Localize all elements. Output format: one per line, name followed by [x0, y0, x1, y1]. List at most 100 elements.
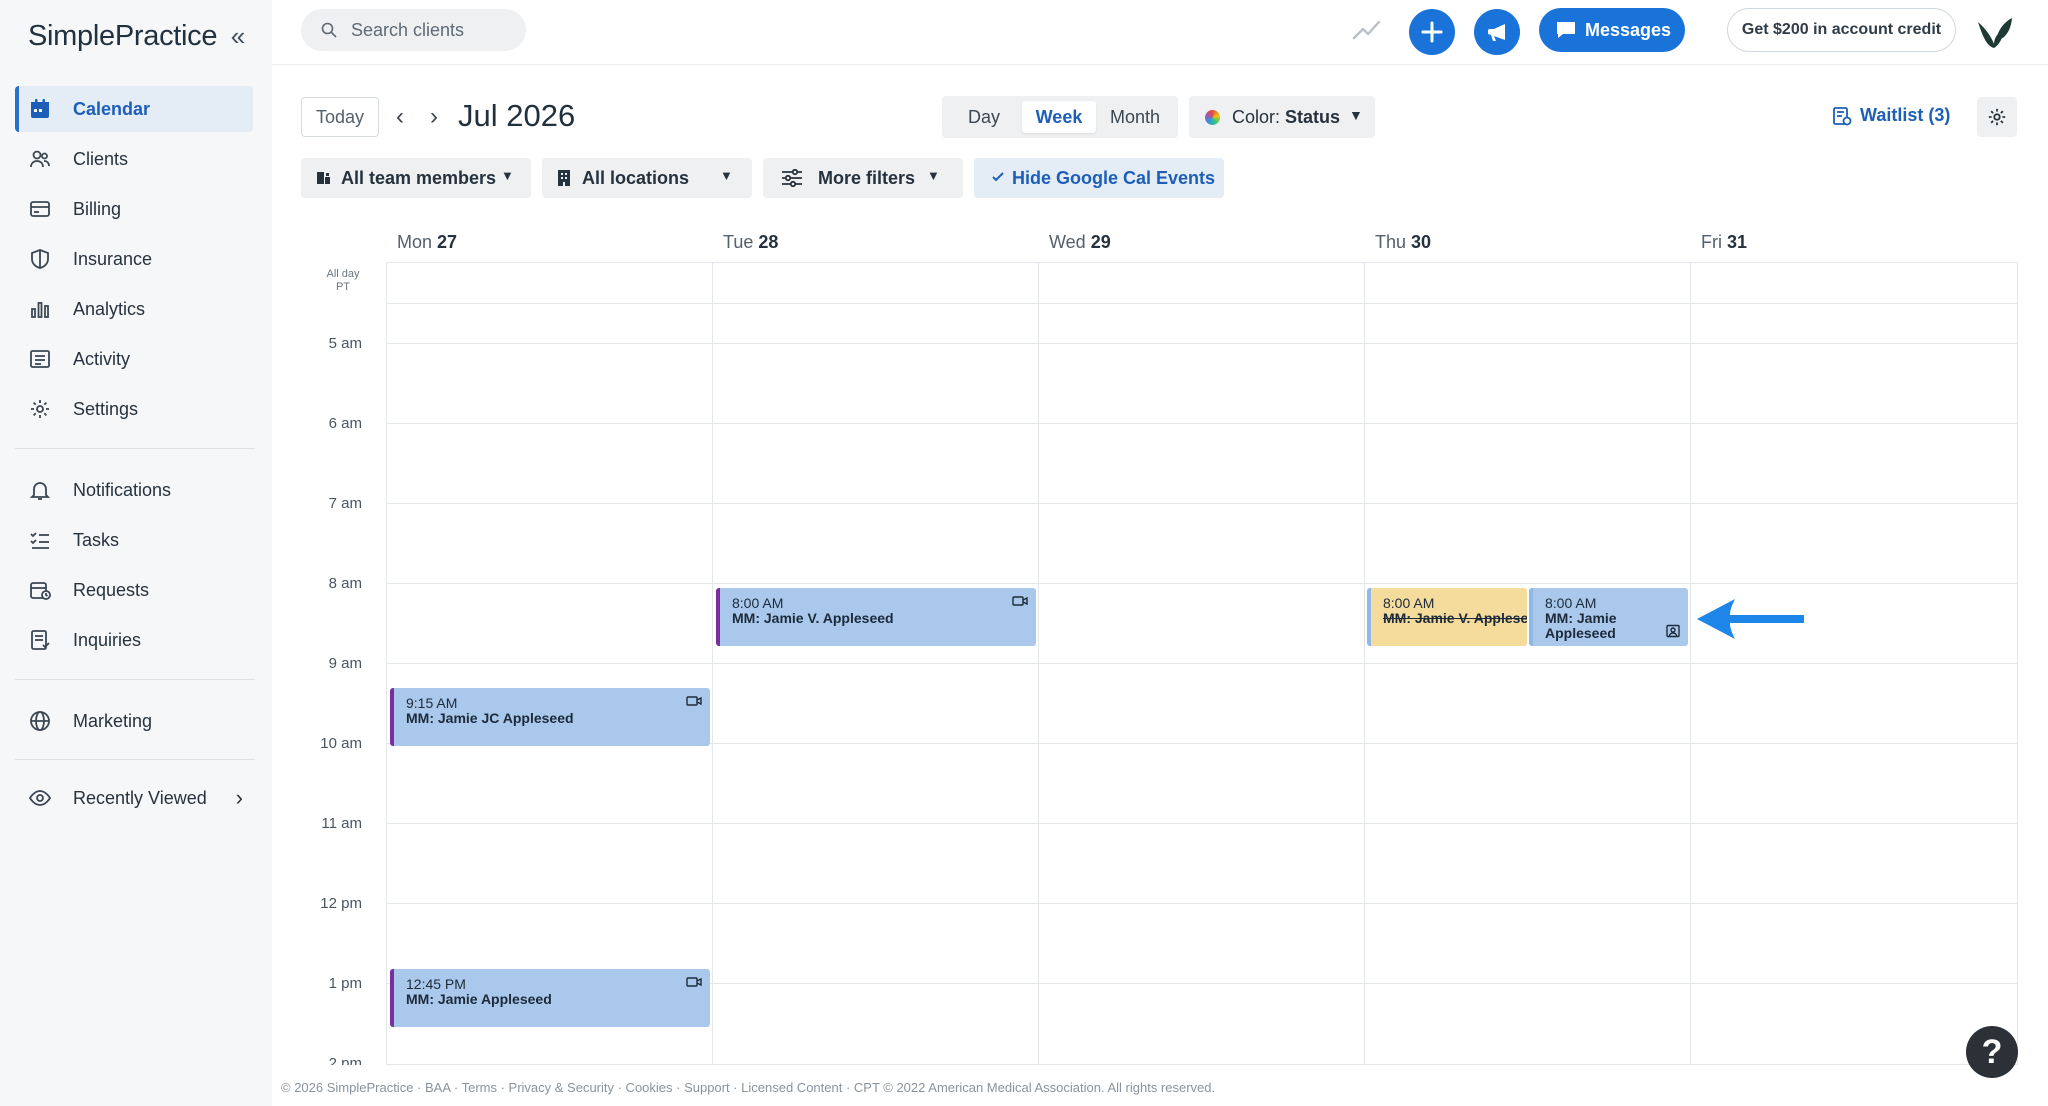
day-header-tue[interactable]: Tue 28 — [723, 232, 778, 253]
hour-label: 12 pm — [320, 895, 362, 912]
team-members-filter[interactable]: All team members ▼ — [301, 158, 531, 198]
today-button[interactable]: Today — [301, 97, 379, 137]
check-icon — [992, 172, 1004, 182]
sidebar-item-calendar[interactable]: Calendar — [15, 86, 253, 132]
messages-button[interactable]: Messages — [1539, 8, 1685, 52]
account-credit-button[interactable]: Get $200 in account credit — [1727, 8, 1956, 52]
sidebar-item-tasks[interactable]: Tasks — [15, 517, 253, 563]
day-header-wed[interactable]: Wed 29 — [1049, 232, 1111, 253]
day-header-mon[interactable]: Mon 27 — [397, 232, 457, 253]
logo[interactable]: SimplePractice — [28, 20, 218, 53]
more-filters-label: More filters — [818, 168, 916, 188]
tab-month[interactable]: Month — [1098, 101, 1172, 133]
appointment-client-line1: MM: Jamie — [1545, 610, 1617, 626]
arrow-left-icon — [1697, 599, 1804, 639]
allday-text: All day — [326, 268, 360, 280]
announcements-button[interactable] — [1474, 9, 1520, 55]
hide-google-events-toggle[interactable]: Hide Google Cal Events — [974, 158, 1224, 198]
footer-text: © 2026 SimplePractice · BAA · Terms · Pr… — [281, 1080, 1216, 1095]
calendar-settings-button[interactable] — [1977, 97, 2017, 137]
timezone-label: PT — [335, 281, 351, 293]
grid-line — [386, 1064, 2018, 1065]
appointment-mon-0915[interactable]: 9:15 AM MM: Jamie JC Appleseed — [390, 688, 710, 746]
next-week-icon[interactable]: › — [430, 103, 438, 131]
appointment-client: MM: Jamie V. Applese — [1383, 610, 1527, 626]
grid-column-line — [1690, 262, 1691, 1065]
sliders-icon — [782, 169, 802, 187]
day-number: 30 — [1411, 232, 1432, 252]
sidebar-item-label: Analytics — [73, 298, 146, 319]
sidebar-item-activity[interactable]: Activity — [15, 336, 253, 382]
hour-label: 7 am — [328, 495, 362, 512]
appointment-time: 8:00 AM — [1545, 595, 1597, 611]
caret-down-icon: ▼ — [927, 168, 940, 183]
sidebar-item-inquiries[interactable]: Inquiries — [15, 617, 253, 663]
sidebar-item-analytics[interactable]: Analytics — [15, 286, 253, 332]
search-icon — [321, 22, 337, 38]
appointment-time: 12:45 PM — [406, 976, 466, 992]
previous-week-icon[interactable]: ‹ — [396, 103, 404, 131]
add-button[interactable] — [1409, 9, 1455, 55]
sidebar-item-label: Billing — [73, 198, 122, 219]
messages-label: Messages — [1585, 20, 1672, 40]
caret-down-icon: ▼ — [1349, 107, 1363, 123]
caret-down-icon: ▼ — [720, 168, 733, 183]
help-button[interactable]: ? — [1966, 1026, 2018, 1078]
trend-icon[interactable] — [1352, 16, 1382, 42]
sidebar-item-notifications[interactable]: Notifications — [15, 467, 253, 513]
hide-google-events-label: Hide Google Cal Events — [1012, 168, 1216, 188]
hour-label: 9 am — [328, 655, 362, 672]
calendar-icon — [31, 99, 49, 118]
tasks-icon — [30, 532, 49, 549]
sidebar-item-label: Calendar — [73, 98, 151, 119]
gear-icon — [31, 400, 49, 418]
appointment-time: 9:15 AM — [406, 695, 458, 711]
grid-line — [386, 823, 2018, 824]
appointment-mon-1245[interactable]: 12:45 PM MM: Jamie Appleseed — [390, 969, 710, 1027]
hour-label: 11 am — [321, 815, 362, 832]
video-icon — [1012, 596, 1028, 606]
appointment-tue-0800[interactable]: 8:00 AM MM: Jamie V. Appleseed — [716, 588, 1036, 646]
video-icon — [686, 696, 702, 706]
view-switcher: Day Week Month — [942, 96, 1178, 138]
locations-label: All locations — [582, 168, 690, 188]
appointment-thu-0800-cancelled[interactable]: 8:00 AM MM: Jamie V. Applese — [1367, 588, 1527, 646]
color-dropdown[interactable]: Color: Status ▼ — [1189, 96, 1375, 138]
grid-line — [386, 423, 2018, 424]
day-number: 28 — [758, 232, 779, 252]
sidebar-divider — [15, 759, 255, 760]
hour-label: 1 pm — [328, 975, 362, 992]
sidebar-item-requests[interactable]: Requests — [15, 567, 253, 613]
tab-day[interactable]: Day — [948, 101, 1020, 133]
more-filters-button[interactable]: More filters ▼ — [763, 158, 963, 198]
sidebar-item-billing[interactable]: Billing — [15, 186, 253, 232]
day-header-fri[interactable]: Fri 31 — [1701, 232, 1747, 253]
grid-line — [386, 663, 2018, 664]
sidebar-item-marketing[interactable]: Marketing — [15, 698, 253, 744]
locations-filter[interactable]: All locations ▼ — [542, 158, 752, 198]
megaphone-icon — [1488, 24, 1505, 41]
tab-week[interactable]: Week — [1022, 101, 1096, 133]
sidebar-item-recently-viewed[interactable]: Recently Viewed › — [15, 775, 253, 821]
sidebar-item-label: Tasks — [73, 529, 120, 550]
appointment-thu-0800[interactable]: 8:00 AM MM: Jamie Appleseed — [1529, 588, 1688, 646]
shield-icon — [31, 249, 49, 269]
day-header-thu[interactable]: Thu 30 — [1375, 232, 1431, 253]
day-name: Tue — [723, 232, 754, 252]
sidebar-item-clients[interactable]: Clients — [15, 136, 253, 182]
grid-line — [386, 583, 2018, 584]
sidebar-item-settings[interactable]: Settings — [15, 386, 253, 432]
sidebar-divider — [15, 448, 255, 449]
video-icon — [686, 977, 702, 987]
week-calendar: Mon 27 Tue 28 Wed 29 Thu 30 Fri 31 All d… — [300, 220, 2018, 1065]
search-input[interactable]: Search clients — [301, 9, 526, 51]
sidebar-item-label: Inquiries — [73, 629, 142, 650]
day-number: 27 — [437, 232, 458, 252]
collapse-sidebar-icon[interactable]: « — [224, 22, 252, 50]
sidebar-item-label: Insurance — [73, 248, 153, 269]
avatar[interactable] — [1974, 10, 2014, 50]
day-number: 31 — [1727, 232, 1748, 252]
billing-icon — [30, 201, 50, 217]
sidebar-item-insurance[interactable]: Insurance — [15, 236, 253, 282]
day-name: Mon — [397, 232, 433, 252]
